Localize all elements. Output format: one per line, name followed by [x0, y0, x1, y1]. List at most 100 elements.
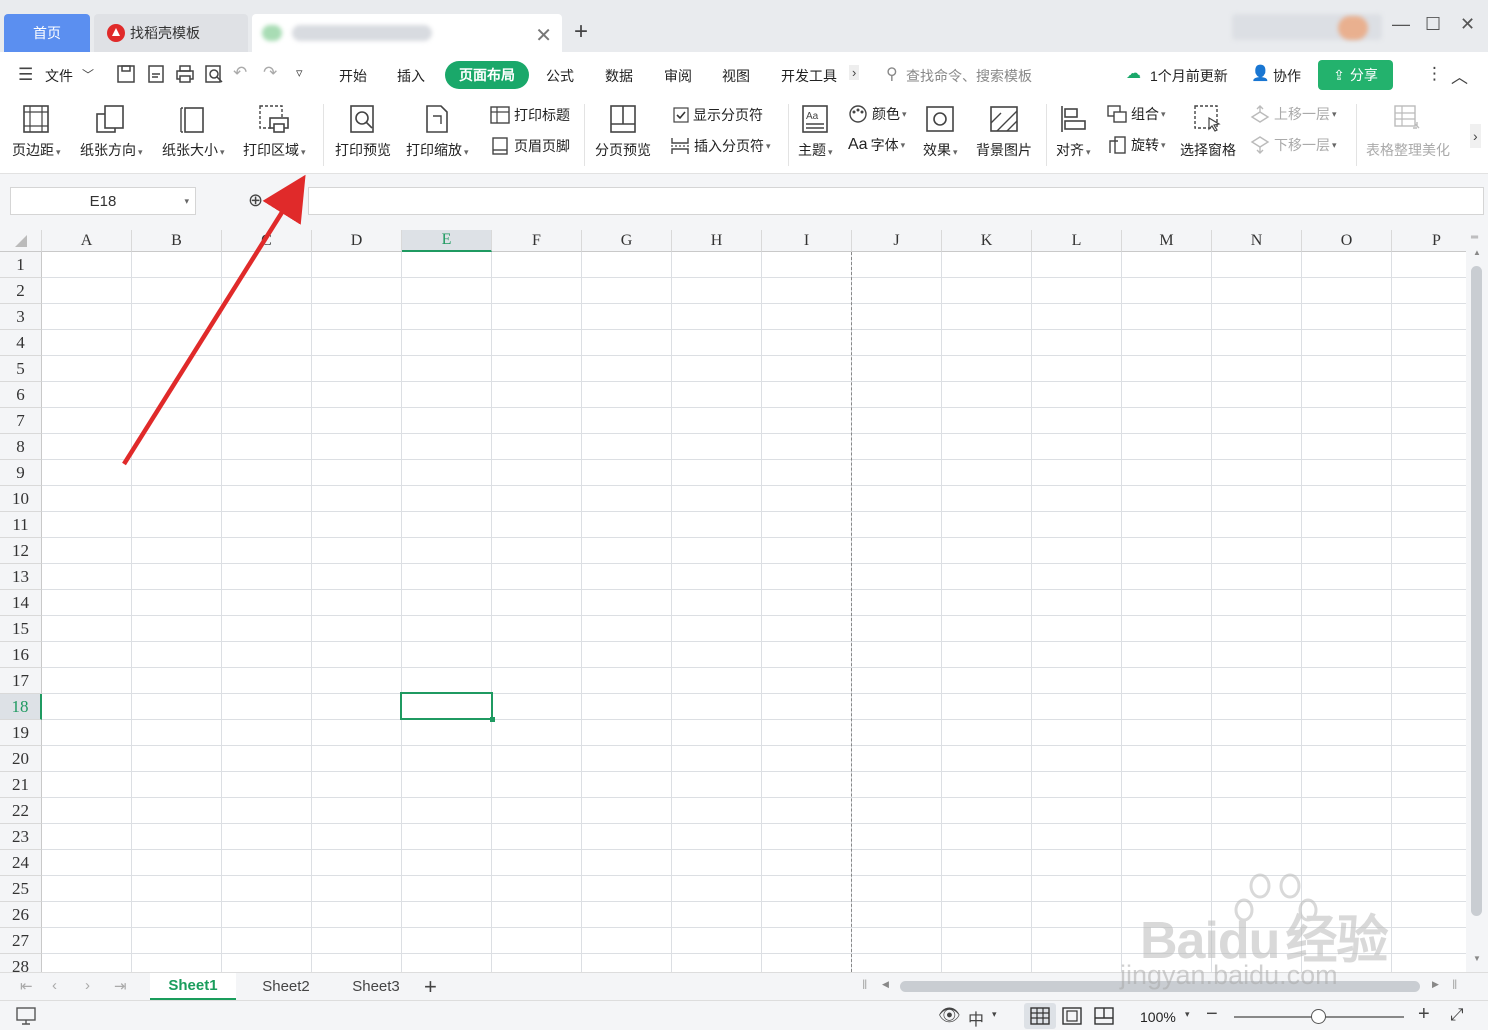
row-header-28[interactable]: 28 — [0, 954, 42, 972]
select-all-corner[interactable] — [0, 230, 42, 252]
print-scale-button[interactable]: 打印缩放 ▾ — [406, 102, 469, 160]
row-header-14[interactable]: 14 — [0, 590, 42, 616]
row-header-21[interactable]: 21 — [0, 772, 42, 798]
first-sheet-icon[interactable]: ⇤ — [20, 977, 33, 995]
row-header-6[interactable]: 6 — [0, 382, 42, 408]
page-layout-view-icon[interactable] — [1062, 1007, 1082, 1025]
share-button[interactable]: ⇪ 分享 — [1318, 60, 1393, 90]
row-header-26[interactable]: 26 — [0, 902, 42, 928]
column-header-M[interactable]: M — [1122, 230, 1212, 252]
column-header-L[interactable]: L — [1032, 230, 1122, 252]
chevron-down-icon[interactable]: ﹀ — [82, 66, 94, 83]
formula-input[interactable] — [308, 187, 1484, 215]
file-menu[interactable]: 文件 — [45, 66, 73, 86]
theme-button[interactable]: Aa 主题 ▾ — [798, 102, 833, 160]
print-area-button[interactable]: 打印区域 ▾ — [243, 102, 306, 160]
scroll-up-icon[interactable]: ▲ — [1473, 248, 1481, 257]
column-header-O[interactable]: O — [1302, 230, 1392, 252]
spreadsheet-grid[interactable]: ABCDEFGHIJKLMNOP 1 2 3 4 5 6 7 8 9 10 11 12 13 14 15 16… — [0, 230, 1466, 972]
effects-button[interactable]: 效果 ▾ — [923, 102, 958, 160]
undo-icon[interactable]: ↶ — [233, 63, 247, 83]
split-handle-icon[interactable]: ‖ — [1452, 977, 1457, 992]
vertical-scrollbar[interactable]: ═ ▲ ▼ — [1466, 230, 1488, 972]
row-header-12[interactable]: 12 — [0, 538, 42, 564]
column-header-C[interactable]: C — [222, 230, 312, 252]
column-header-N[interactable]: N — [1212, 230, 1302, 252]
menu-tab-view[interactable]: 视图 — [722, 66, 750, 86]
selection-pane-button[interactable]: 选择窗格 — [1180, 102, 1236, 160]
insert-page-break-button[interactable]: 插入分页符 ▾ — [670, 136, 771, 156]
row-header-19[interactable]: 19 — [0, 720, 42, 746]
active-cell[interactable] — [400, 692, 495, 722]
row-header-8[interactable]: 8 — [0, 434, 42, 460]
close-tab-icon[interactable]: ✕ — [535, 23, 552, 48]
print-icon[interactable] — [175, 64, 195, 84]
column-header-P[interactable]: P — [1392, 230, 1466, 252]
add-sheet-icon[interactable]: + — [424, 974, 437, 1000]
split-handle-icon[interactable]: ═ — [1471, 232, 1478, 243]
menu-tab-formula[interactable]: 公式 — [546, 66, 574, 86]
column-header-B[interactable]: B — [132, 230, 222, 252]
maximize-icon[interactable]: ☐ — [1425, 14, 1441, 35]
column-header-G[interactable]: G — [582, 230, 672, 252]
row-header-11[interactable]: 11 — [0, 512, 42, 538]
fullscreen-icon[interactable]: ⤢ — [1450, 1005, 1464, 1025]
chevron-down-icon[interactable]: ▾ — [1185, 1009, 1190, 1020]
margins-button[interactable]: 页边距 ▾ — [12, 102, 61, 160]
hamburger-icon[interactable]: ☰ — [18, 65, 33, 85]
collab-icon[interactable]: 👤 — [1251, 64, 1270, 82]
row-header-17[interactable]: 17 — [0, 668, 42, 694]
more-tabs-icon[interactable]: › — [849, 65, 860, 80]
send-backward-button[interactable]: 下移一层 ▾ — [1250, 135, 1337, 155]
row-header-7[interactable]: 7 — [0, 408, 42, 434]
group-button[interactable]: 组合 ▾ — [1107, 104, 1166, 124]
export-pdf-icon[interactable] — [146, 64, 166, 84]
menu-tab-developer[interactable]: 开发工具 — [781, 66, 837, 86]
row-header-5[interactable]: 5 — [0, 356, 42, 382]
tab-split-handle-icon[interactable]: ‖ — [862, 977, 867, 992]
fx-icon[interactable]: fx — [282, 190, 294, 210]
name-box[interactable]: E18 ▾ — [10, 187, 196, 215]
zoom-out-icon[interactable]: − — [1206, 1003, 1218, 1026]
sheet-tab-3[interactable]: Sheet3 — [334, 973, 418, 1000]
menu-tab-start[interactable]: 开始 — [339, 66, 367, 86]
minimize-icon[interactable]: — — [1392, 14, 1410, 35]
chinese-input-icon[interactable]: 中 — [968, 1006, 984, 1030]
close-window-icon[interactable]: ✕ — [1460, 14, 1475, 35]
menu-tab-review[interactable]: 审阅 — [664, 66, 692, 86]
row-header-1[interactable]: 1 — [0, 252, 42, 278]
save-icon[interactable] — [116, 64, 136, 84]
fonts-button[interactable]: Aa 字体 ▾ — [848, 135, 905, 155]
tab-home[interactable]: 首页 — [4, 14, 90, 52]
background-image-button[interactable]: 背景图片 — [976, 102, 1032, 160]
zoom-level[interactable]: 100% — [1140, 1009, 1176, 1025]
scroll-right-icon[interactable]: ▶ — [1432, 979, 1439, 990]
tab-document[interactable]: ✕ — [252, 14, 562, 52]
collab-button[interactable]: 协作 — [1273, 66, 1301, 86]
last-update-status[interactable]: 1个月前更新 — [1150, 66, 1228, 86]
sheet-tab-1[interactable]: Sheet1 — [150, 973, 236, 1000]
macro-record-icon[interactable] — [16, 1007, 38, 1025]
avatar[interactable] — [1338, 16, 1368, 40]
row-header-22[interactable]: 22 — [0, 798, 42, 824]
search-command-input[interactable]: 查找命令、搜索模板 — [906, 66, 1032, 86]
redo-icon[interactable]: ↷ — [263, 63, 277, 83]
row-header-2[interactable]: 2 — [0, 278, 42, 304]
align-button[interactable]: 对齐 ▾ — [1056, 102, 1091, 160]
row-header-10[interactable]: 10 — [0, 486, 42, 512]
table-beautify-button[interactable]: 表格整理美化 — [1366, 102, 1450, 160]
new-tab-button[interactable]: + — [574, 18, 588, 46]
customize-toolbar-icon[interactable]: ▿ — [296, 65, 303, 81]
zoom-in-icon[interactable]: + — [1418, 1003, 1430, 1026]
page-break-preview-button[interactable]: 分页预览 — [595, 102, 651, 160]
scroll-left-icon[interactable]: ◀ — [882, 979, 889, 990]
colors-button[interactable]: 颜色 ▾ — [848, 104, 907, 124]
column-header-E[interactable]: E — [402, 230, 492, 252]
column-header-K[interactable]: K — [942, 230, 1032, 252]
header-footer-button[interactable]: 页眉页脚 — [490, 136, 570, 156]
column-header-F[interactable]: F — [492, 230, 582, 252]
vertical-scroll-thumb[interactable] — [1471, 266, 1482, 916]
column-header-I[interactable]: I — [762, 230, 852, 252]
column-header-J[interactable]: J — [852, 230, 942, 252]
row-header-25[interactable]: 25 — [0, 876, 42, 902]
